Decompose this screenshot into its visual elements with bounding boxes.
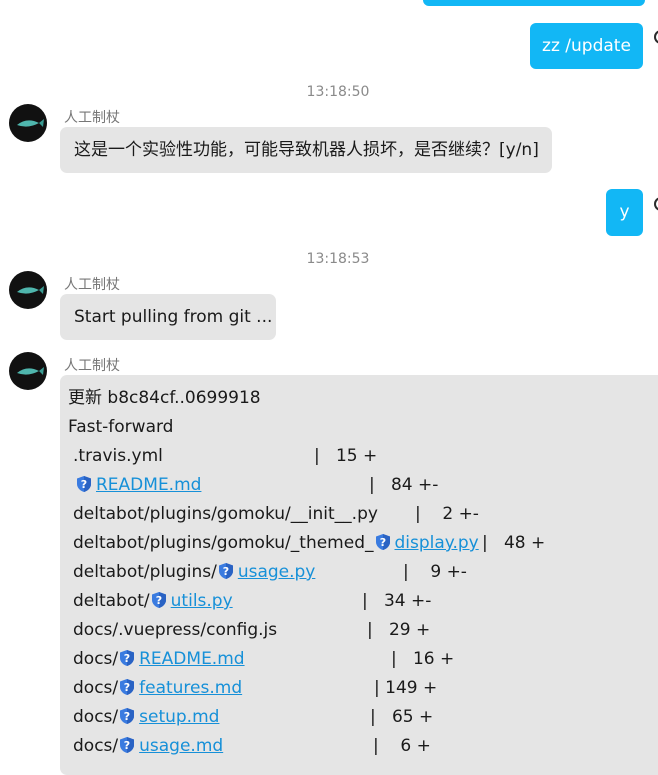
incoming-message-warning[interactable]: 这是一个实验性功能，可能导致机器人损坏，是否继续？[y/n] [60,127,552,173]
link-shield-icon: ? [150,591,168,609]
incoming-message-pulling[interactable]: Start pulling from git ... [60,294,276,340]
diff-stat: | 29 + [367,620,431,640]
svg-text:?: ? [124,710,130,723]
link-shield-icon: ? [118,736,136,754]
outgoing-message-y[interactable]: y [606,189,643,236]
message-text: 这是一个实验性功能，可能导致机器人损坏，是否继续？[y/n] [74,139,539,160]
sender-name: 人工制杖 [64,358,120,374]
file-link[interactable]: README.md [96,475,201,495]
file-path: deltabot/plugins/ [73,562,217,582]
svg-text:?: ? [124,681,130,694]
link-shield-icon: ? [374,533,392,551]
file-path: deltabot/plugins/gomoku/_themed_ [73,533,374,553]
message-text: Start pulling from git ... [74,306,273,327]
avatar[interactable] [9,271,47,309]
timestamp: 13:18:53 [306,251,370,267]
svg-text:?: ? [81,478,87,491]
git-file-row: docs/? README.md [73,649,245,670]
git-header-fast-forward: Fast-forward [68,417,174,437]
file-path: deltabot/ [73,591,150,611]
message-text: y [619,202,630,222]
file-path: .travis.yml [73,446,163,466]
git-file-row: docs/? features.md [73,678,242,699]
svg-text:?: ? [379,536,385,549]
outgoing-message-update[interactable]: zz /update [530,23,643,69]
link-shield-icon: ? [118,678,136,696]
file-link[interactable]: setup.md [139,707,219,727]
link-shield-icon: ? [118,649,136,667]
diff-stat: | 48 + [482,533,546,553]
link-shield-icon: ? [118,707,136,725]
git-file-row: .travis.yml [73,446,163,467]
git-file-row: deltabot/? utils.py [73,591,233,612]
fish-avatar-icon [17,119,44,127]
file-path: docs/.vuepress/config.js [73,620,278,640]
git-file-row: deltabot/plugins/gomoku/_themed_? display… [73,533,479,554]
git-file-row: docs/? setup.md [73,707,219,728]
file-link[interactable]: display.py [395,533,479,553]
svg-text:?: ? [155,594,161,607]
git-file-row: docs/.vuepress/config.js [73,620,277,641]
sender-name: 人工制杖 [64,110,120,126]
fish-avatar-icon [17,367,44,375]
git-header-update: 更新 b8c84cf..0699918 [68,388,261,408]
diff-stat: | 84 +- [369,475,439,495]
file-path: docs/ [73,736,119,756]
svg-text:?: ? [124,652,130,665]
link-shield-icon: ? [75,475,93,493]
git-file-row: deltabot/plugins/? usage.py [73,562,315,583]
git-file-row: deltabot/plugins/gomoku/__init__.py [73,504,378,525]
avatar[interactable] [9,104,47,142]
git-file-row: ? README.md [75,475,201,496]
diff-stat: | 15 + [314,446,378,466]
diff-stat: | 6 + [373,736,431,756]
file-path: deltabot/plugins/gomoku/__init__.py [73,504,378,524]
svg-text:?: ? [223,565,229,578]
svg-text:?: ? [124,739,130,752]
message-text: zz /update [542,35,631,56]
diff-stat: | 16 + [391,649,455,669]
diff-stat: | 149 + [374,678,438,698]
file-link[interactable]: features.md [139,678,242,698]
file-path: docs/ [73,649,119,669]
git-file-row: docs/? usage.md [73,736,223,757]
previous-outgoing-bubble [423,0,645,6]
file-path: docs/ [73,678,119,698]
fish-avatar-icon [17,286,44,294]
avatar[interactable] [9,352,47,390]
own-avatar[interactable] [654,30,658,44]
link-shield-icon: ? [217,562,235,580]
file-link[interactable]: usage.py [238,562,316,582]
file-link[interactable]: utils.py [171,591,233,611]
timestamp: 13:18:50 [306,84,370,100]
own-avatar[interactable] [654,197,658,211]
diff-stat: | 2 +- [415,504,479,524]
diff-stat: | 9 +- [403,562,467,582]
file-link[interactable]: README.md [139,649,244,669]
file-path: docs/ [73,707,119,727]
diff-stat: | 65 + [370,707,434,727]
sender-name: 人工制杖 [64,277,120,293]
diff-stat: | 34 +- [362,591,432,611]
file-link[interactable]: usage.md [139,736,223,756]
